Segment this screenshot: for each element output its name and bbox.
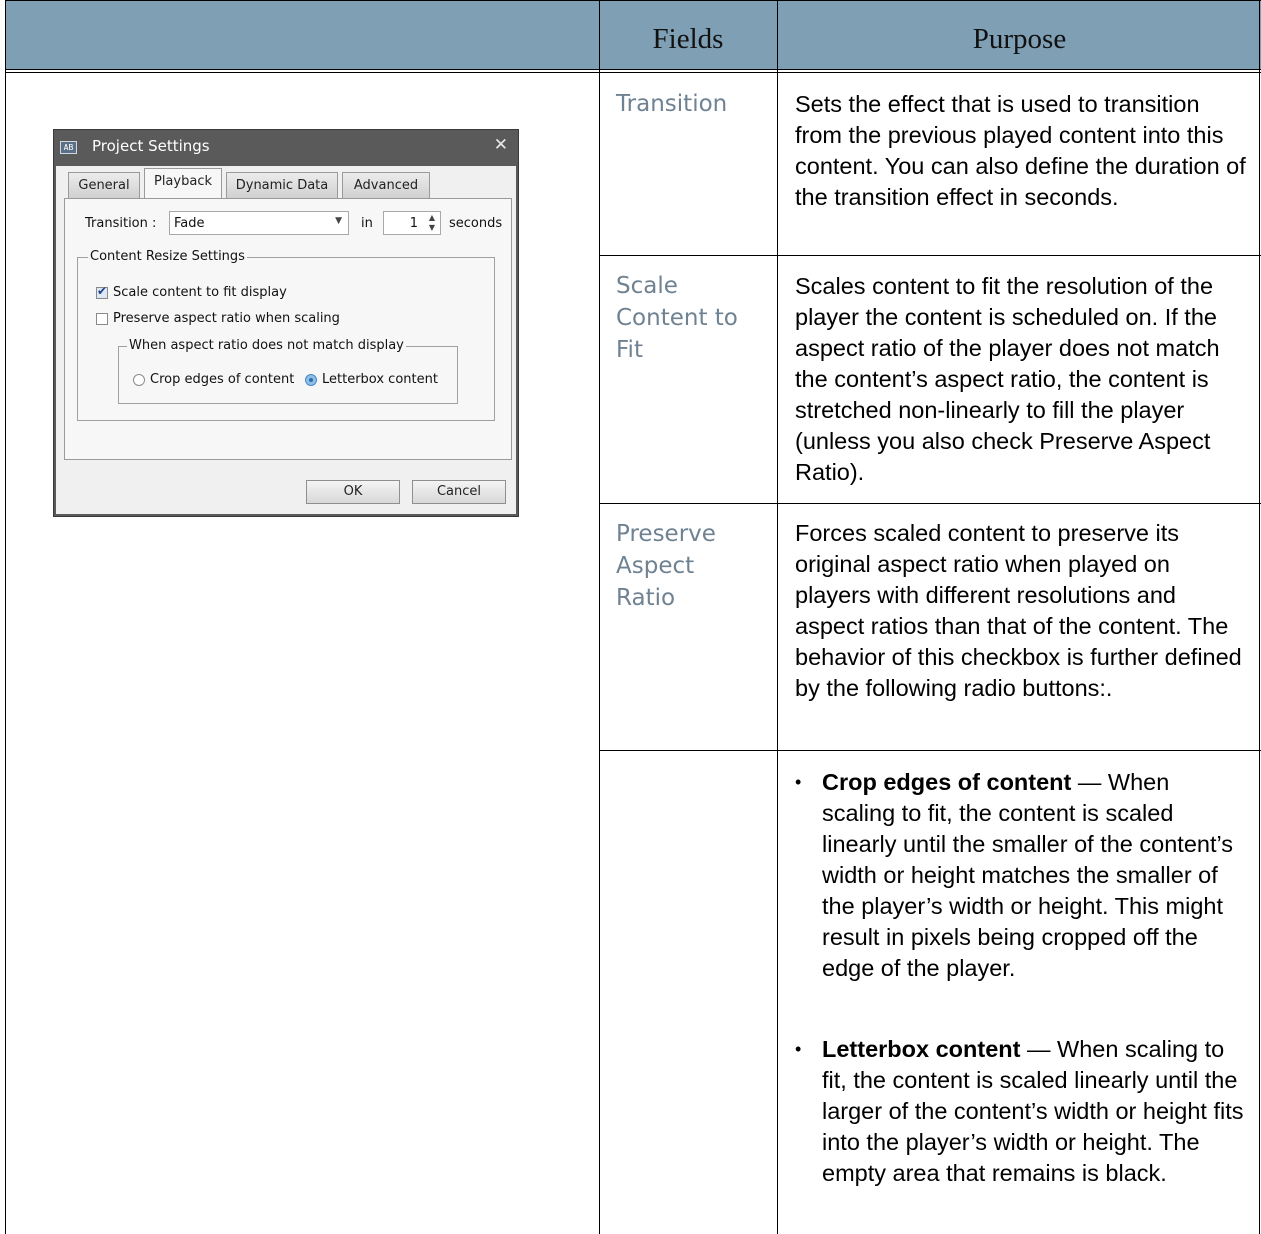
bullet-term: Letterbox content <box>822 1036 1021 1062</box>
aspect-mismatch-group: When aspect ratio does not match display… <box>118 338 458 404</box>
project-settings-dialog: AB Project Settings ✕ General Playback D… <box>53 129 519 517</box>
scale-content-label: Scale content to fit display <box>113 285 287 300</box>
crop-edges-label: Crop edges of content <box>150 372 295 387</box>
field-scale-content-to-fit: Scale Content to Fit <box>616 273 738 363</box>
row-divider-1 <box>599 255 1261 256</box>
radio-dot-icon <box>309 378 313 382</box>
transition-select-value: Fade <box>174 216 205 231</box>
column-divider-fields-purpose <box>777 0 778 1234</box>
purpose-scale-content-to-fit: Scales content to fit the resolution of … <box>795 273 1220 485</box>
ok-button[interactable]: OK <box>306 480 400 504</box>
header-bottom-rule <box>5 69 1261 70</box>
table-top-border <box>5 0 1261 1</box>
purpose-transition: Sets the effect that is used to transiti… <box>795 91 1246 210</box>
duration-stepper[interactable]: 1 ▲ ▼ <box>383 211 441 235</box>
scale-content-checkbox[interactable]: ✔ <box>96 284 108 299</box>
tab-general[interactable]: General <box>68 172 140 199</box>
playback-panel: Transition : Fade ▼ in 1 ▲ ▼ seconds Cont… <box>64 198 512 460</box>
bullet-term: Crop edges of content <box>822 769 1072 795</box>
checkmark-icon: ✔ <box>97 284 108 298</box>
stepper-arrows-icon[interactable]: ▲ ▼ <box>429 213 435 233</box>
fields-column-header: Fields <box>652 23 724 55</box>
tab-playback[interactable]: Playback <box>144 168 222 199</box>
table-right-border <box>1259 0 1260 1234</box>
tab-advanced[interactable]: Advanced <box>342 172 430 199</box>
dialog-title-bar: AB Project Settings ✕ <box>54 130 518 166</box>
dialog-title: Project Settings <box>92 137 210 155</box>
preserve-aspect-label: Preserve aspect ratio when scaling <box>113 311 340 326</box>
transition-label: Transition : <box>85 216 157 231</box>
table-left-border <box>5 0 6 1234</box>
content-resize-group-label: Content Resize Settings <box>88 249 247 264</box>
bullet-icon: • <box>795 1039 802 1059</box>
aspect-mismatch-group-label: When aspect ratio does not match display <box>127 338 406 353</box>
field-transition: Transition <box>616 91 728 117</box>
preserve-aspect-checkbox[interactable] <box>96 313 108 325</box>
crop-edges-radio[interactable] <box>133 374 145 386</box>
purpose-preserve-aspect-ratio: Forces scaled content to preserve its or… <box>795 520 1242 701</box>
bullet-text: — When scaling to fit, the content is sc… <box>822 769 1234 981</box>
column-divider-image-fields <box>599 0 600 1234</box>
in-label: in <box>361 216 373 231</box>
bullet-icon: • <box>795 772 802 792</box>
row-divider-3 <box>599 750 1261 751</box>
close-icon[interactable]: ✕ <box>494 135 508 155</box>
header-bottom-rule-double <box>5 72 1261 73</box>
bullet-crop-edges: • Crop edges of content — When scaling t… <box>795 767 1245 984</box>
duration-value: 1 <box>409 216 418 231</box>
dialog-body: General Playback Dynamic Data Advanced T… <box>56 166 516 514</box>
transition-select[interactable]: Fade ▼ <box>169 211 349 235</box>
field-preserve-aspect-ratio: Preserve Aspect Ratio <box>616 521 716 611</box>
letterbox-label: Letterbox content <box>322 372 438 387</box>
cancel-button[interactable]: Cancel <box>412 480 506 504</box>
letterbox-radio[interactable] <box>305 374 317 386</box>
bullet-letterbox: • Letterbox content — When scaling to fi… <box>795 1034 1245 1189</box>
purpose-column-header: Purpose <box>972 23 1067 55</box>
tab-dynamic-data[interactable]: Dynamic Data <box>226 172 338 199</box>
row-divider-2 <box>599 503 1261 504</box>
content-resize-group: Content Resize Settings ✔ Scale content … <box>77 249 495 421</box>
app-icon: AB <box>60 141 77 154</box>
seconds-label: seconds <box>449 216 503 231</box>
chevron-down-icon: ▼ <box>335 216 342 226</box>
